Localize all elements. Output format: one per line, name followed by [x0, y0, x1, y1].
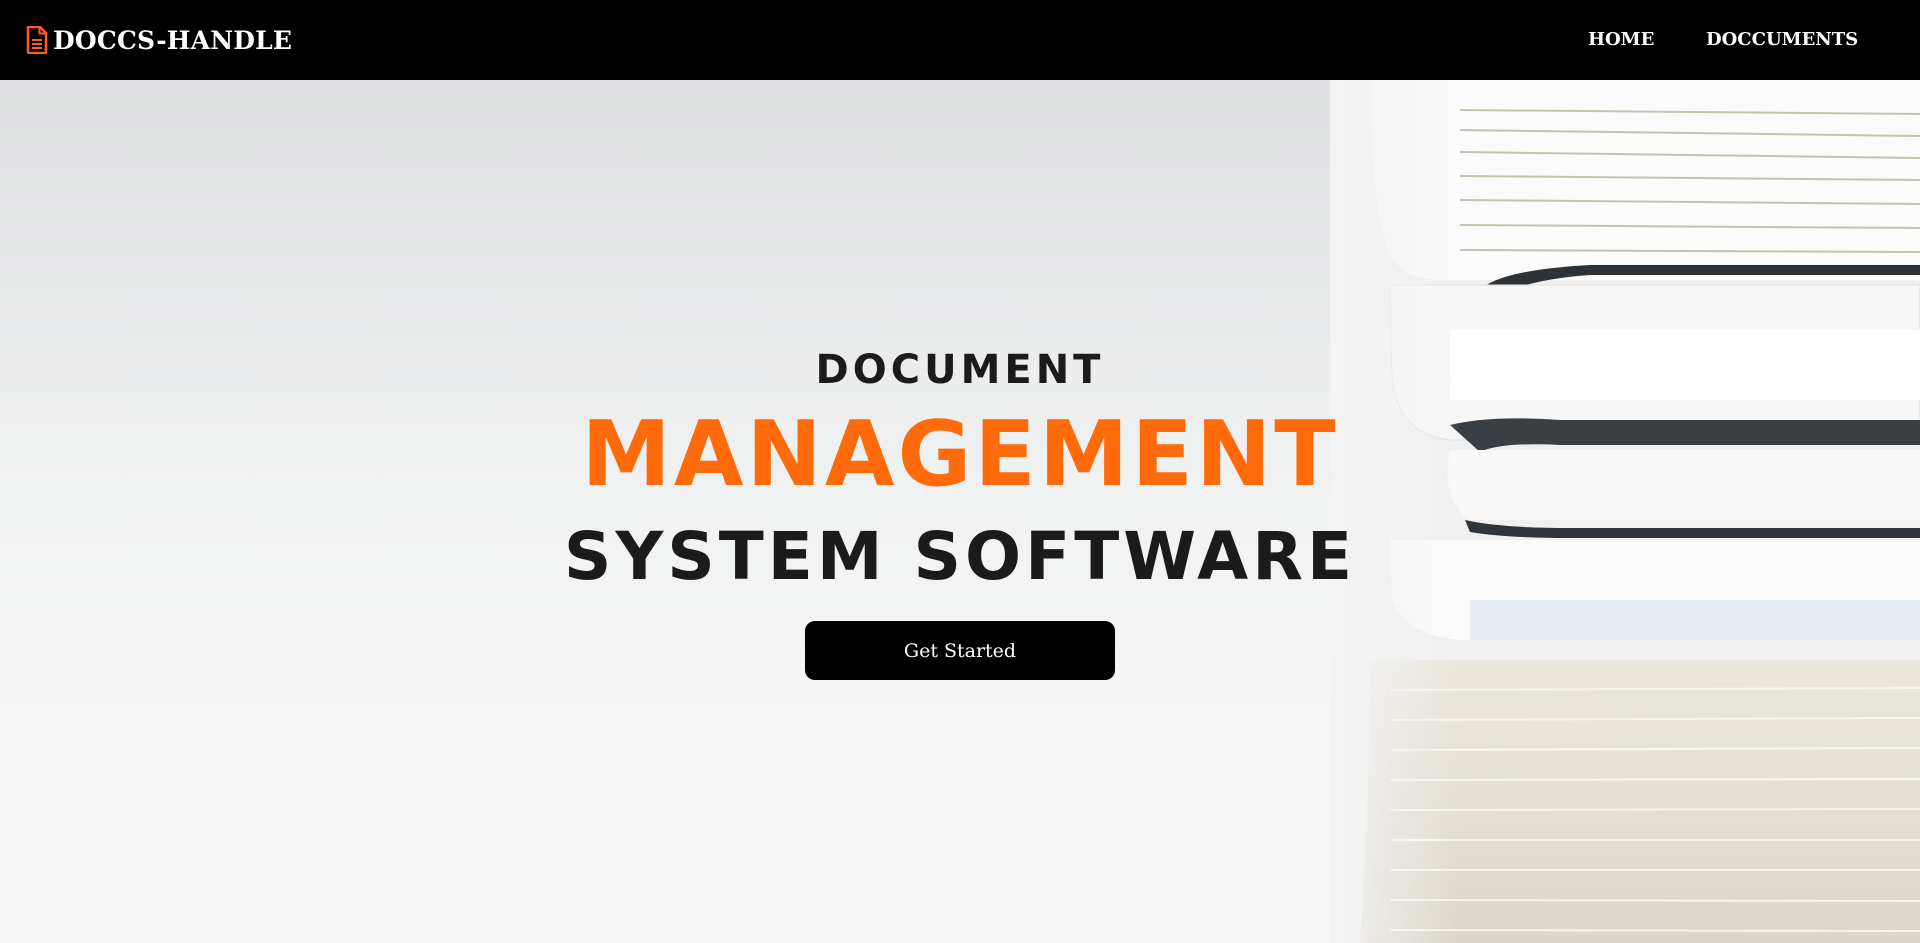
nav-home-link[interactable]: HOME [1588, 29, 1654, 50]
brand-logo-link[interactable]: DOCCS-HANDLE [26, 24, 292, 56]
get-started-button[interactable]: Get Started [805, 621, 1115, 680]
hero-title-line-1: DOCUMENT [815, 347, 1105, 393]
top-navbar: DOCCS-HANDLE HOME DOCCUMENTS [0, 0, 1920, 80]
nav-documents-link[interactable]: DOCCUMENTS [1706, 29, 1858, 50]
stacked-binders-photo [1330, 80, 1920, 943]
hero-section: DOCUMENT MANAGEMENT SYSTEM SOFTWARE Get … [0, 80, 1920, 943]
document-icon [26, 26, 48, 54]
hero-title-line-2: MANAGEMENT [581, 402, 1339, 507]
brand-name: DOCCS-HANDLE [53, 25, 293, 55]
hero-title-line-3: SYSTEM SOFTWARE [563, 518, 1357, 595]
